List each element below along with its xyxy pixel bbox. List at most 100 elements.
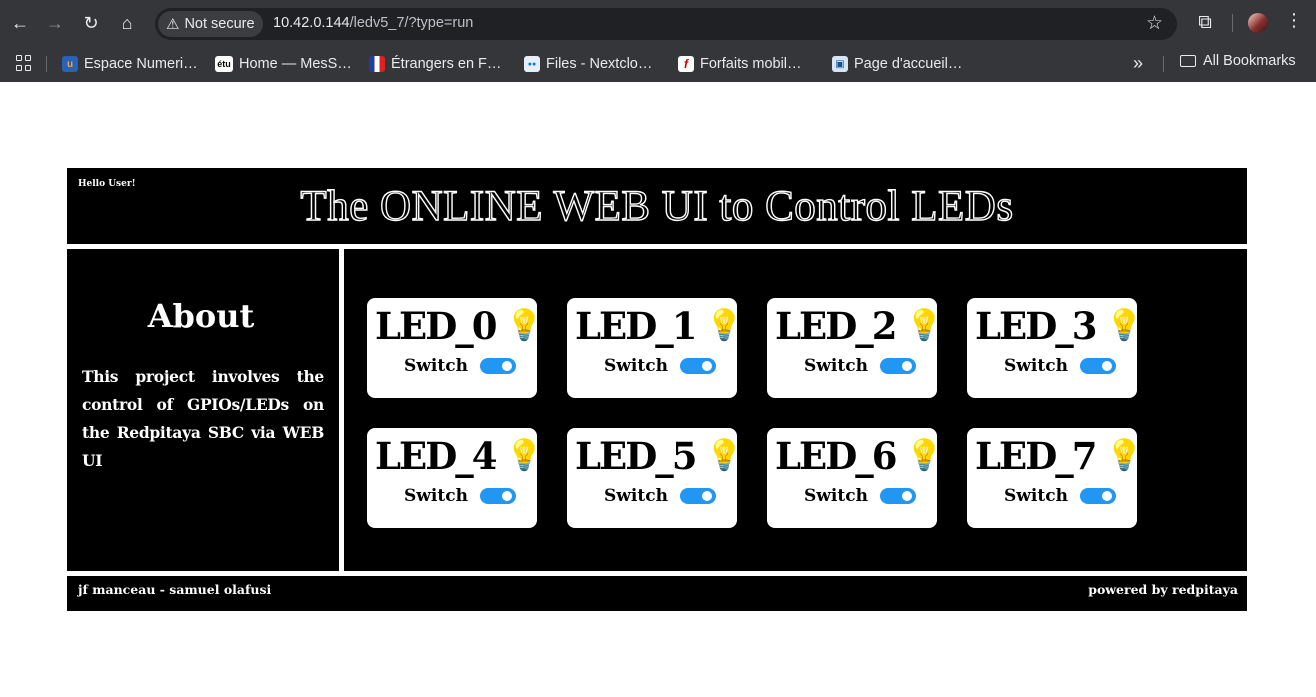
browser-chrome: ← → ↻ ⌂ ⚠ Not secure 10.42.0.144/ledv5_7… <box>0 0 1316 82</box>
u-favicon: u <box>62 56 78 72</box>
profile-avatar[interactable] <box>1248 13 1268 33</box>
lightbulb-icon: 💡 <box>1105 309 1143 342</box>
led-name: LED_6 <box>775 434 898 478</box>
lightbulb-icon: 💡 <box>505 439 543 472</box>
security-label: Not secure <box>184 16 255 32</box>
bookmark-item[interactable]: u Espace Numeri… <box>62 53 198 75</box>
bookmark-item[interactable]: étu Home — MesS… <box>215 53 352 75</box>
etu-favicon: étu <box>215 56 233 72</box>
about-title: About <box>147 297 255 335</box>
lightbulb-icon: 💡 <box>905 309 943 342</box>
portal-favicon: ▣ <box>832 56 848 72</box>
all-bookmarks-button[interactable]: All Bookmarks <box>1180 53 1296 69</box>
led-card: LED_2 💡 Switch <box>767 298 943 398</box>
led-control-app: Hello User! The ONLINE WEB UI to Control… <box>67 168 1247 611</box>
toggle-knob <box>701 491 712 501</box>
bookmarks-bar: u Espace Numeri… étu Home — MesS… Étrang… <box>0 46 1316 82</box>
bookmarks-divider <box>46 56 47 72</box>
lightbulb-icon: 💡 <box>705 439 743 472</box>
bookmark-label: Home — MesS… <box>239 56 352 72</box>
led-name: LED_0 <box>375 304 498 348</box>
toggle-knob <box>901 361 912 371</box>
led-toggle[interactable] <box>1079 488 1116 504</box>
toolbar-divider <box>1232 14 1233 32</box>
led-name: LED_2 <box>775 304 898 348</box>
back-icon[interactable]: ← <box>7 10 33 36</box>
lightbulb-icon: 💡 <box>705 309 743 342</box>
folder-icon <box>1180 55 1196 67</box>
led-toggle[interactable] <box>479 488 516 504</box>
led-card: LED_4 💡 Switch <box>367 428 543 528</box>
security-chip[interactable]: ⚠ Not secure <box>158 11 263 37</box>
led-card: LED_6 💡 Switch <box>767 428 943 528</box>
page-title: The ONLINE WEB UI to Control LEDs <box>300 182 1014 230</box>
panel-divider <box>339 249 344 571</box>
url-host: 10.42.0.144 <box>273 15 350 31</box>
led-name: LED_3 <box>975 304 1098 348</box>
bookmark-item[interactable]: f Forfaits mobil… <box>678 53 802 75</box>
kebab-menu-icon[interactable]: ⋮ <box>1285 10 1303 31</box>
home-icon[interactable]: ⌂ <box>114 10 140 36</box>
led-toggle[interactable] <box>1079 358 1116 374</box>
browser-toolbar: ← → ↻ ⌂ ⚠ Not secure 10.42.0.144/ledv5_7… <box>0 0 1316 46</box>
lightbulb-icon: 💡 <box>905 439 943 472</box>
switch-label: Switch <box>804 356 868 376</box>
free-favicon: f <box>678 56 694 72</box>
led-toggle[interactable] <box>679 358 716 374</box>
led-name: LED_1 <box>575 304 698 348</box>
led-card: LED_5 💡 Switch <box>567 428 743 528</box>
switch-label: Switch <box>404 486 468 506</box>
address-bar[interactable]: ⚠ Not secure 10.42.0.144/ledv5_7/?type=r… <box>155 8 1177 40</box>
about-description: This project involves the control of GPI… <box>82 367 324 470</box>
url-path: /ledv5_7/?type=run <box>349 15 474 31</box>
led-card: LED_7 💡 Switch <box>967 428 1143 528</box>
switch-label: Switch <box>1004 356 1068 376</box>
toggle-knob <box>501 491 512 501</box>
bookmark-label: Espace Numeri… <box>84 56 198 72</box>
toggle-knob <box>1101 361 1112 371</box>
led-card: LED_1 💡 Switch <box>567 298 743 398</box>
toggle-knob <box>901 491 912 501</box>
bookmarks-divider <box>1163 56 1164 72</box>
toggle-knob <box>501 361 512 371</box>
bookmark-label: Files - Nextclo… <box>546 56 653 72</box>
url-text[interactable]: 10.42.0.144/ledv5_7/?type=run <box>273 15 473 31</box>
led-toggle[interactable] <box>879 488 916 504</box>
led-name: LED_7 <box>975 434 1098 478</box>
more-bookmarks-icon[interactable]: » <box>1133 53 1143 74</box>
lightbulb-icon: 💡 <box>1105 439 1143 472</box>
forward-icon[interactable]: → <box>42 10 68 36</box>
switch-label: Switch <box>604 486 668 506</box>
bookmark-label: Étrangers en F… <box>391 56 502 72</box>
led-card: LED_3 💡 Switch <box>967 298 1143 398</box>
bookmark-item[interactable]: ●● Files - Nextclo… <box>524 53 652 75</box>
switch-label: Switch <box>1004 486 1068 506</box>
led-name: LED_4 <box>375 434 498 478</box>
nextcloud-favicon: ●● <box>524 56 540 72</box>
toggle-knob <box>1101 491 1112 501</box>
led-name: LED_5 <box>575 434 698 478</box>
bookmark-item[interactable]: ▣ Page d'accueil… <box>832 53 962 75</box>
switch-label: Switch <box>804 486 868 506</box>
apps-grid-icon[interactable] <box>16 55 32 71</box>
powered-by-text: powered by redpitaya <box>1088 582 1238 597</box>
lightbulb-icon: 💡 <box>505 309 543 342</box>
warning-icon: ⚠ <box>166 16 180 33</box>
app-footer: jf manceau - samuel olafusi powered by r… <box>67 576 1247 611</box>
credits-text: jf manceau - samuel olafusi <box>78 582 272 597</box>
switch-label: Switch <box>404 356 468 376</box>
switch-label: Switch <box>604 356 668 376</box>
led-toggle[interactable] <box>879 358 916 374</box>
reload-icon[interactable]: ↻ <box>78 10 104 36</box>
about-panel: About This project involves the control … <box>67 249 339 571</box>
led-toggle[interactable] <box>679 488 716 504</box>
led-toggle[interactable] <box>479 358 516 374</box>
toggle-knob <box>701 361 712 371</box>
bookmark-label: Page d'accueil… <box>854 56 963 72</box>
extensions-icon[interactable]: ⧉ <box>1193 10 1217 36</box>
app-header: Hello User! The ONLINE WEB UI to Control… <box>67 168 1247 244</box>
bookmark-item[interactable]: Étrangers en F… <box>369 53 501 75</box>
bookmark-star-icon[interactable]: ☆ <box>1146 12 1163 35</box>
led-card: LED_0 💡 Switch <box>367 298 543 398</box>
all-bookmarks-label: All Bookmarks <box>1203 53 1296 69</box>
